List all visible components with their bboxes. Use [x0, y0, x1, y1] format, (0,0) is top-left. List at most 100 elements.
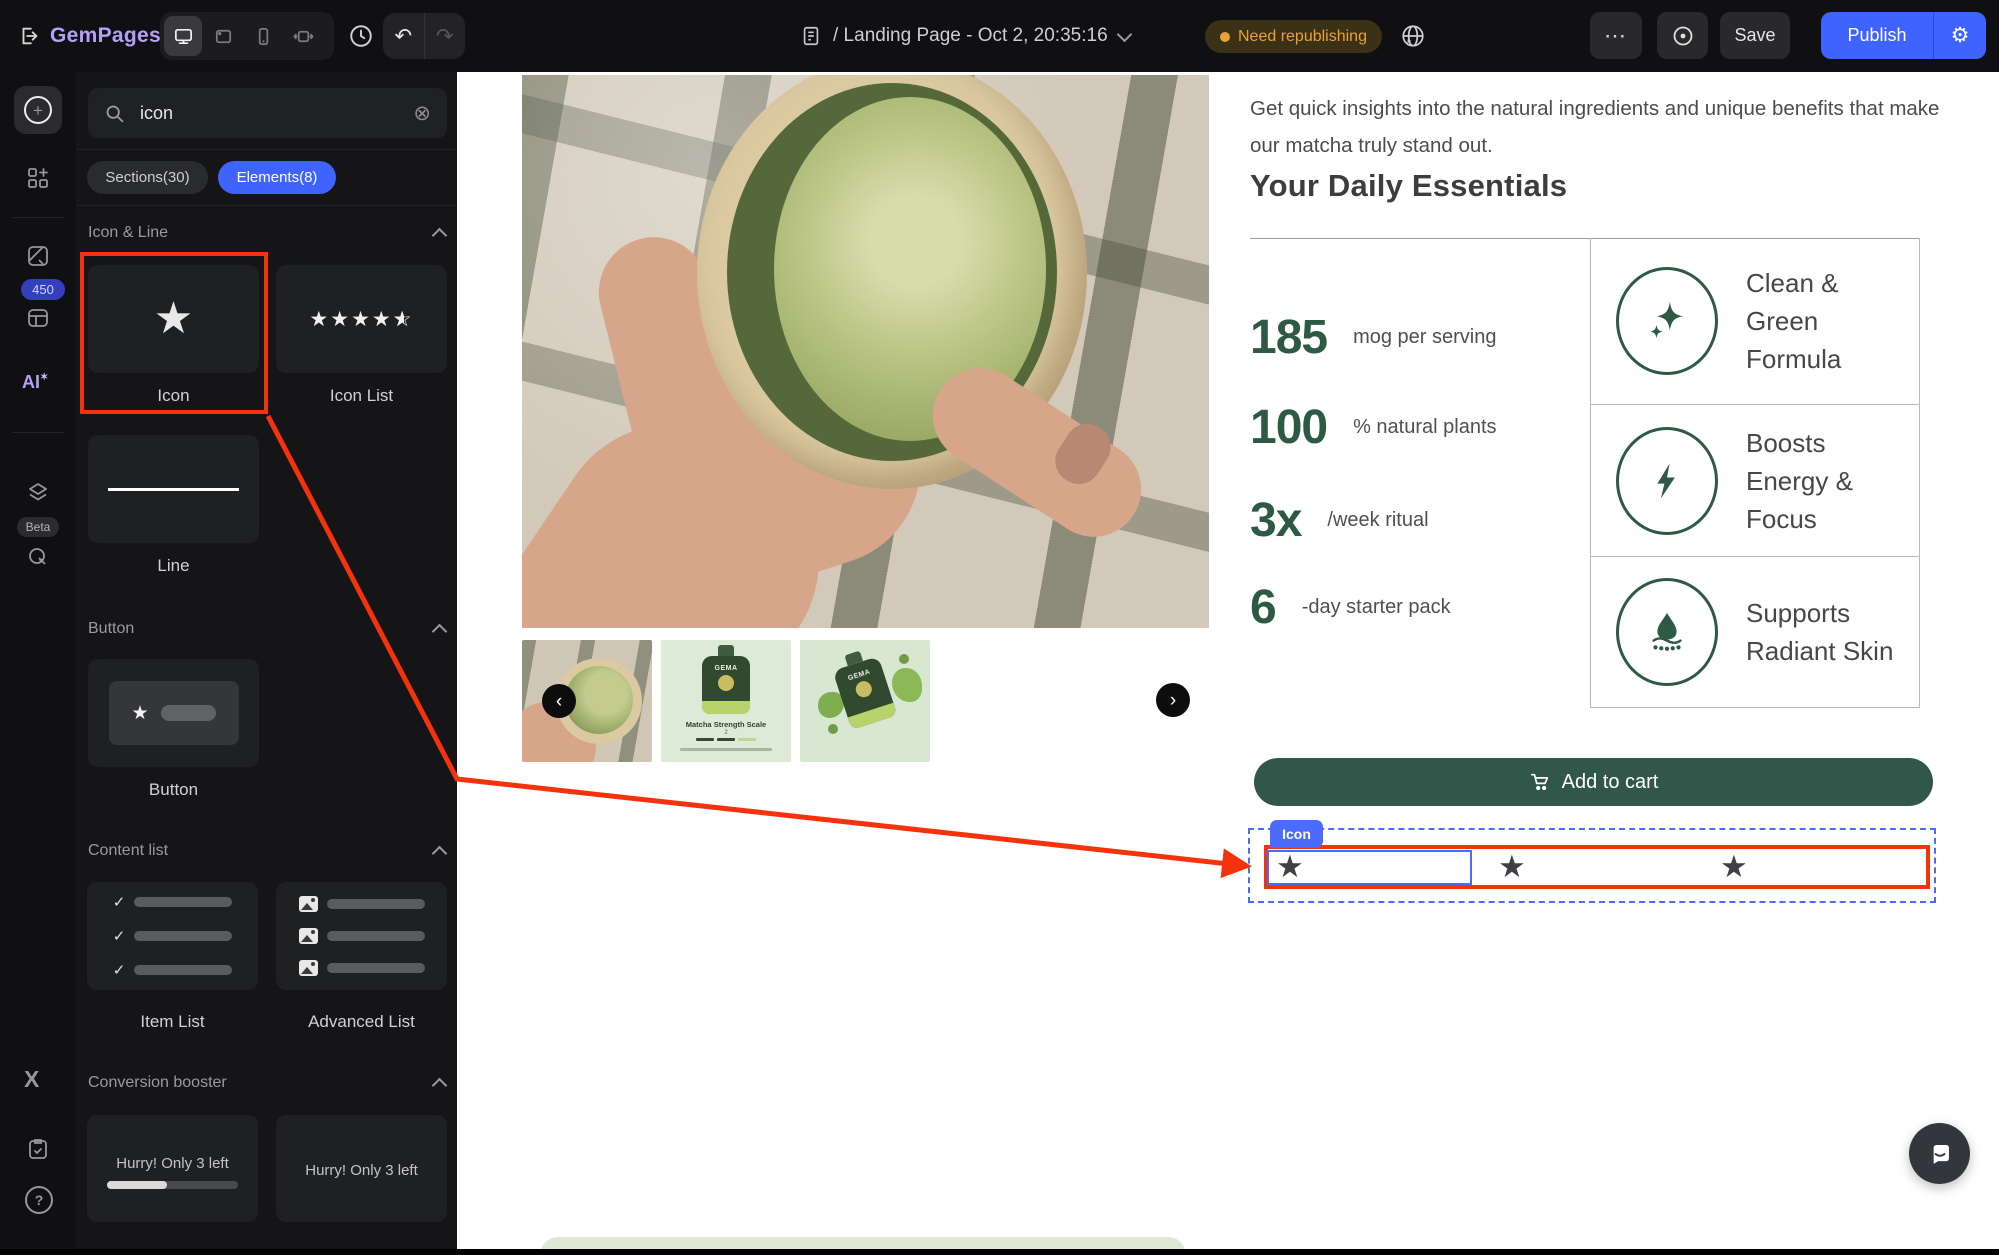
feature-card-radiant-skin[interactable]: SupportsRadiant Skin	[1591, 557, 1919, 707]
section-header-conversion-booster[interactable]: Conversion booster	[88, 1074, 445, 1092]
chevron-up-icon	[432, 227, 448, 243]
element-label-item-list: Item List	[87, 1012, 258, 1032]
stat-row-ritual: 3x /week ritual	[1250, 492, 1590, 548]
chevron-up-icon	[432, 845, 448, 861]
undo-button[interactable]: ↶	[383, 13, 424, 59]
elements-panel: ⊗ Sections(30) Elements(8) Icon & Line ★…	[76, 72, 457, 1249]
stock-progress-bar	[107, 1181, 238, 1189]
element-card-line[interactable]	[88, 435, 259, 543]
thumbnail-strength-scale[interactable]: GEMA Matcha Strength Scale 2	[661, 640, 791, 762]
layers-icon[interactable]	[26, 480, 50, 504]
star-icon[interactable]: ★	[1276, 851, 1304, 882]
section-header-button[interactable]: Button	[88, 620, 445, 638]
strength-scale-bars	[696, 738, 756, 741]
add-to-cart-button[interactable]: Add to cart	[1254, 758, 1933, 806]
preview-eye-button[interactable]	[1657, 12, 1708, 59]
status-badge: Need republishing	[1205, 20, 1382, 53]
breadcrumb-label: / Landing Page - Oct 2, 20:35:16	[833, 25, 1108, 47]
item-list-preview-icon: ✓ ✓ ✓	[113, 893, 233, 979]
chevron-down-icon	[1116, 26, 1132, 42]
responsive-view-button[interactable]	[284, 16, 322, 56]
publish-button[interactable]: Publish	[1821, 12, 1933, 59]
page-canvas: GEMA Matcha Strength Scale 2 GEMA ‹	[457, 72, 1999, 1249]
element-label-icon-list: Icon List	[276, 386, 447, 406]
publish-split-button: Publish ⚙	[1821, 12, 1986, 59]
page-bottom-edge	[0, 1249, 1999, 1255]
status-badge-label: Need republishing	[1238, 28, 1367, 46]
save-button[interactable]: Save	[1720, 12, 1790, 59]
status-dot-icon	[1220, 32, 1230, 42]
clear-search-icon[interactable]: ⊗	[413, 101, 431, 126]
feature-card-clean-green[interactable]: Clean &GreenFormula	[1591, 238, 1919, 405]
section-heading[interactable]: Your Daily Essentials	[1250, 168, 1567, 204]
product-pouch-icon: GEMA	[833, 656, 898, 730]
redo-button[interactable]: ↷	[425, 13, 466, 59]
translate-globe-icon[interactable]	[1400, 23, 1426, 49]
interaction-target-icon[interactable]	[26, 545, 50, 569]
stat-row-natural: 100 % natural plants	[1250, 399, 1590, 455]
element-card-icon-list[interactable]: ★★★★☆★	[276, 265, 447, 373]
tab-sections[interactable]: Sections(30)	[87, 161, 208, 194]
element-label-advanced-list: Advanced List	[276, 1012, 447, 1032]
button-preview-icon: ★	[109, 681, 239, 745]
history-icon[interactable]	[348, 23, 374, 49]
section-header-icon-line[interactable]: Icon & Line	[88, 224, 445, 242]
stat-row-starter: 6 -day starter pack	[1250, 579, 1590, 635]
gempages-editor: GemPages 7 ↶ ↷	[0, 0, 1999, 1255]
element-card-item-list[interactable]: ✓ ✓ ✓	[87, 882, 258, 990]
feature-card-column: Clean &GreenFormula BoostsEnergy &Focus …	[1590, 238, 1920, 708]
changelog-clipboard-icon[interactable]	[26, 1137, 50, 1161]
annotation-red-box-sidebar	[80, 252, 268, 414]
publish-settings-gear-icon[interactable]: ⚙	[1933, 12, 1986, 59]
exit-editor-icon[interactable]	[18, 25, 40, 47]
carousel-next-button[interactable]: ›	[1156, 683, 1190, 717]
element-card-advanced-list[interactable]	[276, 882, 447, 990]
template-library-icon[interactable]	[26, 306, 50, 330]
element-label-button: Button	[88, 780, 259, 800]
breadcrumb[interactable]: / Landing Page - Oct 2, 20:35:16	[800, 0, 1130, 72]
section-header-content-list[interactable]: Content list	[88, 842, 445, 860]
ai-assistant-button[interactable]: AI✶	[22, 372, 48, 393]
chevron-up-icon	[432, 1077, 448, 1093]
line-icon	[108, 488, 239, 491]
tab-elements[interactable]: Elements(8)	[218, 161, 336, 194]
lightning-icon	[1616, 427, 1718, 535]
add-section-grid-icon[interactable]	[26, 166, 50, 190]
product-main-image[interactable]	[522, 75, 1209, 628]
mobile-view-button[interactable]	[244, 16, 282, 56]
feature-card-energy-focus[interactable]: BoostsEnergy &Focus	[1591, 405, 1919, 557]
cart-icon	[1529, 771, 1551, 793]
element-label-line: Line	[88, 556, 259, 576]
x-social-icon[interactable]: X	[24, 1066, 39, 1093]
icon-rail: + 450 AI✶ Beta X ?	[0, 72, 77, 1249]
star-icon[interactable]: ★	[1498, 851, 1526, 882]
search-input[interactable]	[138, 102, 400, 125]
beta-badge: Beta	[17, 517, 59, 537]
element-card-stock-counter[interactable]: Hurry! Only 3 left	[87, 1115, 258, 1222]
page-doc-icon	[800, 25, 822, 47]
stat-label: -day starter pack	[1302, 596, 1451, 619]
element-search: ⊗	[88, 88, 447, 138]
element-card-button[interactable]: ★	[88, 659, 259, 767]
stat-label: /week ritual	[1327, 509, 1428, 532]
plus-circle-icon: +	[24, 96, 52, 124]
stat-value: 100	[1250, 400, 1327, 455]
star-icon[interactable]: ★	[1720, 851, 1748, 882]
help-icon[interactable]: ?	[25, 1186, 53, 1214]
theme-pages-icon[interactable]	[26, 244, 50, 268]
advanced-list-preview-icon	[299, 896, 425, 976]
sparkle-icon	[1616, 267, 1718, 375]
intro-paragraph[interactable]: Get quick insights into the natural ingr…	[1250, 90, 1944, 164]
desktop-view-button[interactable]	[164, 16, 202, 56]
more-options-button[interactable]: ⋯	[1590, 12, 1642, 59]
chat-launcher-icon[interactable]	[1909, 1123, 1970, 1184]
add-element-button[interactable]: +	[14, 86, 62, 134]
top-bar: GemPages 7 ↶ ↷	[0, 0, 1999, 73]
product-pouch-icon: GEMA	[702, 656, 750, 714]
stat-row-caffeine: 185 mog per serving	[1250, 309, 1590, 365]
thumbnail-splash[interactable]: GEMA	[800, 640, 930, 762]
stat-value: 185	[1250, 310, 1327, 365]
tablet-view-button[interactable]	[204, 16, 242, 56]
carousel-prev-button[interactable]: ‹	[542, 684, 576, 718]
element-card-stock-counter-2[interactable]: Hurry! Only 3 left	[276, 1115, 447, 1222]
